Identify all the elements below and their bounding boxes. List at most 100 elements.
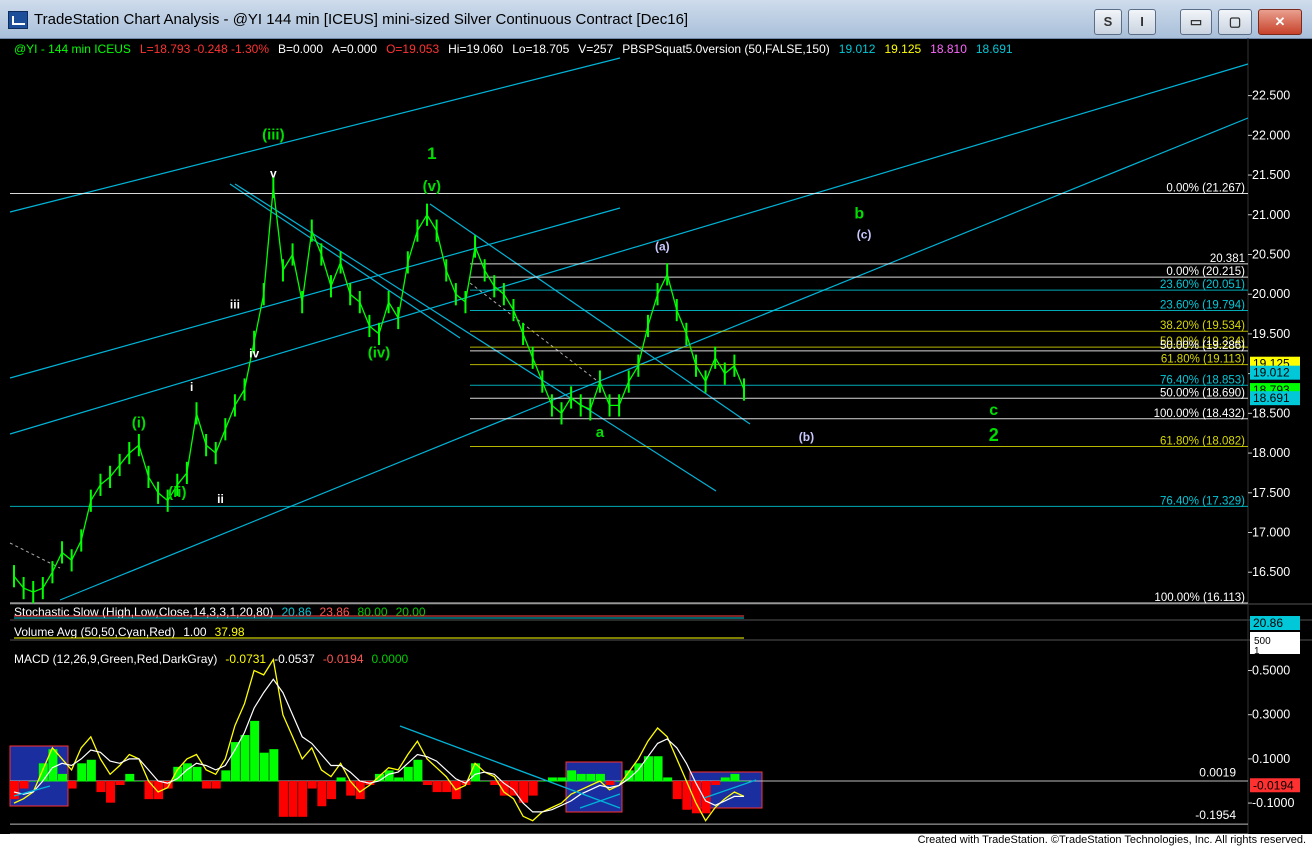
maximize-button[interactable]: ▢ <box>1218 9 1252 35</box>
macd-histogram-bar <box>250 720 260 782</box>
macd-histogram-bar <box>663 777 673 782</box>
header-item: Lo=18.705 <box>512 42 569 56</box>
y-axis-tick-label: 21.000 <box>1252 208 1290 222</box>
volume-axis-label: 1 <box>1254 646 1260 657</box>
trend-channel-line <box>429 203 751 425</box>
y-axis-tick-label: 17.500 <box>1252 486 1290 500</box>
wave-label: (a) <box>655 240 670 254</box>
macd-histogram-bar <box>134 780 144 782</box>
macd-histogram-bar <box>106 780 116 803</box>
fib-level-label: 50.00% (18.690) <box>1160 387 1245 399</box>
stochastic-value: 80.00 <box>358 605 388 619</box>
macd-y-tick-label: 0.3000 <box>1252 708 1290 722</box>
macd-histogram-bar <box>653 756 663 782</box>
macd-histogram-bar <box>413 759 423 782</box>
fib-level-label: 23.60% (19.794) <box>1160 300 1245 312</box>
fib-level-label: 38.20% (19.534) <box>1160 320 1245 332</box>
trend-channel-line <box>59 117 1249 601</box>
header-item: @YI - 144 min ICEUS <box>14 42 131 56</box>
chart-canvas[interactable]: @YI - 144 min ICEUS L=18.793 -0.248 -1.30… <box>0 38 1312 848</box>
stochastic-title: Stochastic Slow (High,Low,Close,14,3,3,1… <box>14 605 273 619</box>
wave-label: i <box>190 380 193 394</box>
macd-histogram-bar <box>346 780 356 796</box>
close-button[interactable]: ✕ <box>1258 9 1302 35</box>
macd-histogram-bar <box>240 735 250 782</box>
macd-histogram-bar <box>595 773 605 782</box>
y-axis-tick-label: 17.000 <box>1252 526 1290 540</box>
stochastic-value: 20.86 <box>281 605 311 619</box>
wave-label: (v) <box>423 178 441 195</box>
fib-level-label: 0.00% (20.215) <box>1166 266 1245 278</box>
trend-channel-line <box>9 207 621 379</box>
footer: Created with TradeStation. ©TradeStation… <box>0 834 1312 848</box>
macd-histogram-bar <box>298 780 308 817</box>
minimize-button[interactable]: ▭ <box>1180 9 1212 35</box>
y-axis-tick-label: 16.500 <box>1252 565 1290 579</box>
y-axis-tick-label: 18.000 <box>1252 446 1290 460</box>
stochastic-value: 23.86 <box>320 605 350 619</box>
macd-histogram-bar <box>480 780 490 782</box>
macd-histogram-bar <box>96 780 106 793</box>
fib-level-label: 23.60% (20.051) <box>1160 279 1245 291</box>
macd-histogram-bar <box>269 749 279 782</box>
macd-histogram-bar <box>403 766 413 782</box>
macd-signal-line <box>13 678 744 813</box>
macd-histogram-bar <box>288 780 298 817</box>
volume-value: 37.98 <box>215 625 245 639</box>
copyright-text: Created with TradeStation. ©TradeStation… <box>917 834 1306 846</box>
wave-label: b <box>854 206 864 223</box>
wave-label: 2 <box>989 425 999 445</box>
macd-histogram-bar <box>38 763 48 782</box>
macd-histogram-bar <box>58 773 68 782</box>
macd-histogram-bar <box>115 780 125 786</box>
macd-histogram-bar <box>317 780 327 807</box>
macd-histogram-bar <box>730 773 740 782</box>
tradestation-chart-icon <box>8 11 28 29</box>
header-item: A=0.000 <box>332 42 377 56</box>
header-item: 19.012 <box>839 42 876 56</box>
macd-histogram-bar <box>86 759 96 782</box>
style-menu-button[interactable]: S <box>1094 9 1122 35</box>
fib-level-label: 50.00% (19.286) <box>1160 340 1245 352</box>
macd-histogram-bar <box>547 777 557 782</box>
y-axis-tick-label: 22.000 <box>1252 128 1290 142</box>
macd-histogram-bar <box>202 780 212 789</box>
header-item: B=0.000 <box>278 42 323 56</box>
header-item: PBSPSquat5.0version (50,FALSE,150) <box>622 42 829 56</box>
macd-y-tick-label: -0.1000 <box>1252 796 1294 810</box>
wave-label: a <box>596 424 605 441</box>
indicator-menu-button[interactable]: I <box>1128 9 1156 35</box>
macd-title: MACD (12,26,9,Green,Red,DarkGray) <box>14 652 217 666</box>
macd-histogram-bar <box>221 770 231 782</box>
macd-y-tick-label: 0.5000 <box>1252 664 1290 678</box>
macd-histogram-bar <box>586 773 596 782</box>
wave-label: (b) <box>799 430 814 444</box>
header-item: 19.125 <box>884 42 921 56</box>
macd-histogram-bar <box>211 780 221 789</box>
macd-value: -0.0731 <box>225 652 266 666</box>
header-item: O=19.053 <box>386 42 439 56</box>
fib-level-label: 100.00% (16.113) <box>1154 592 1245 604</box>
macd-histogram-bar <box>394 777 404 782</box>
macd-value: 0.0000 <box>372 652 409 666</box>
wave-label: (iii) <box>262 126 285 143</box>
wave-label: (i) <box>132 415 146 432</box>
header-item: L=18.793 -0.248 -1.30% <box>140 42 269 56</box>
macd-side-label: -0.1954 <box>1195 808 1236 822</box>
wave-label: c <box>989 402 998 419</box>
y-axis-tick-label: 19.500 <box>1252 327 1290 341</box>
macd-histogram-bar <box>567 770 577 782</box>
macd-histogram-bar <box>307 780 317 789</box>
window-title: TradeStation Chart Analysis - @YI 144 mi… <box>34 11 689 28</box>
wave-label: iv <box>249 347 259 361</box>
y-axis-tick-label: 18.500 <box>1252 406 1290 420</box>
stochastic-value: 20.00 <box>396 605 426 619</box>
last-price-badge-text: 18.691 <box>1253 391 1290 405</box>
dotted-trend-line <box>469 282 601 384</box>
macd-histogram-bar <box>326 780 336 800</box>
macd-value: -0.0194 <box>323 652 364 666</box>
macd-histogram-bar <box>192 766 202 782</box>
wave-label: iii <box>230 297 240 311</box>
macd-histogram-bar <box>125 773 135 782</box>
macd-histogram-bar <box>423 780 433 786</box>
